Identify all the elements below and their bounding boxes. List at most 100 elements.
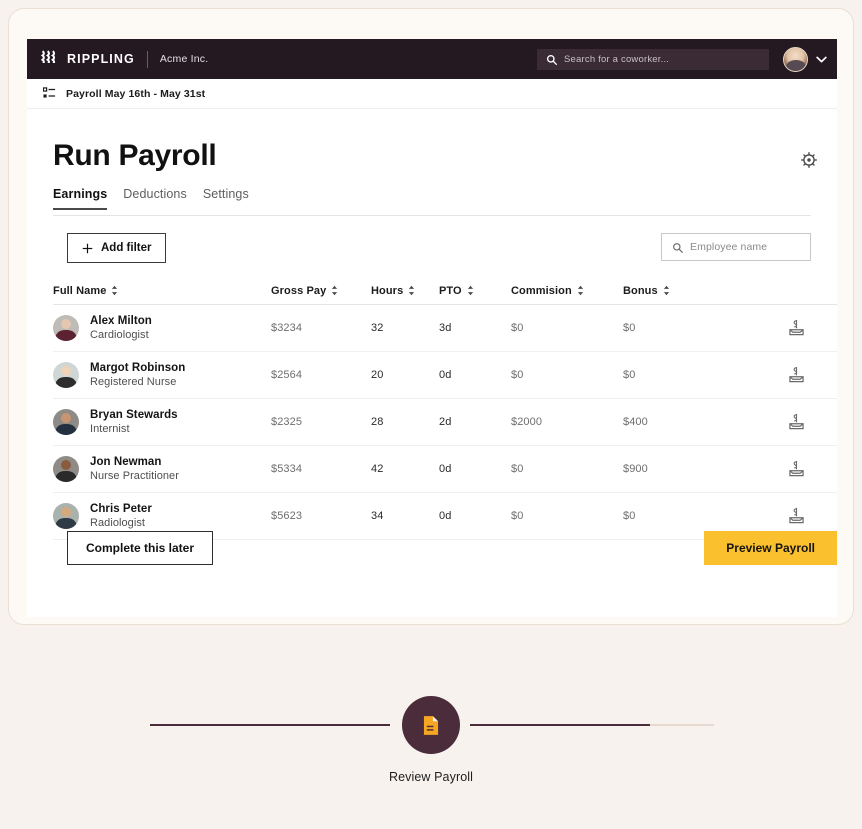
- cell-full-name: Chris Peter Radiologist: [53, 503, 271, 529]
- cell-pto: 0d: [439, 510, 452, 522]
- coworker-search-placeholder: Search for a coworker...: [564, 53, 670, 65]
- list-icon: [43, 87, 56, 100]
- breadcrumb-label: Payroll May 16th - May 31st: [66, 87, 206, 100]
- brand-block[interactable]: RIPPLING: [40, 50, 135, 68]
- cell-full-name: Jon Newman Nurse Practitioner: [53, 456, 271, 482]
- sort-icon: [467, 285, 474, 296]
- pay-dollar-tray-icon[interactable]: [789, 320, 804, 336]
- panel-footer: Complete this later Preview Payroll: [53, 531, 837, 577]
- cell-commission: $0: [511, 322, 524, 334]
- table-row[interactable]: Margot Robinson Registered Nurse $2564 2…: [53, 352, 837, 399]
- breadcrumb[interactable]: Payroll May 16th - May 31st: [27, 79, 837, 109]
- employee-search-input[interactable]: Employee name: [661, 233, 811, 261]
- gear-icon[interactable]: [799, 150, 819, 170]
- cell-full-name: Bryan Stewards Internist: [53, 409, 271, 435]
- brand-name: RIPPLING: [67, 52, 135, 66]
- cell-actions: [783, 461, 837, 477]
- cell-gross-pay: $2564: [271, 369, 303, 381]
- progress-stepper: Pay Period Review Payroll Review &Appro: [0, 648, 862, 823]
- cell-gross-pay: $2325: [271, 416, 303, 428]
- cell-hours: 32: [371, 322, 384, 334]
- avatar[interactable]: [783, 46, 808, 72]
- column-header-bonus[interactable]: Bonus: [623, 285, 783, 297]
- page-title: Run Payroll: [53, 139, 217, 172]
- plus-icon: [82, 243, 93, 254]
- column-header-full-name[interactable]: Full Name: [53, 285, 118, 297]
- cell-commission: $2000: [511, 416, 543, 428]
- cell-bonus: $400: [623, 416, 648, 428]
- cell-pto: 2d: [439, 416, 452, 428]
- navbar-divider: [146, 50, 148, 68]
- chevron-down-icon[interactable]: [816, 56, 827, 63]
- pay-dollar-tray-icon[interactable]: [789, 508, 804, 524]
- cell-actions: [783, 414, 837, 430]
- rippling-logo-icon: [40, 50, 58, 68]
- employee-name: Alex Milton: [90, 315, 152, 327]
- cell-full-name: Alex Milton Cardiologist: [53, 315, 271, 341]
- table-row[interactable]: Alex Milton Cardiologist $3234 32 3d $0 …: [53, 305, 837, 352]
- avatar: [53, 456, 79, 482]
- employee-name: Jon Newman: [90, 456, 162, 468]
- employee-role: Registered Nurse: [90, 376, 177, 388]
- column-header-commission[interactable]: Commision: [511, 285, 623, 297]
- cell-bonus: $0: [623, 369, 636, 381]
- pay-dollar-tray-icon[interactable]: [789, 367, 804, 383]
- cell-bonus: $0: [623, 322, 636, 334]
- cell-gross-pay: $5623: [271, 510, 303, 522]
- stepper-step-approve-payroll: Review &Approve Payroll: [639, 696, 862, 804]
- document-icon: [421, 715, 441, 736]
- top-navbar: RIPPLING Acme Inc. Search for a coworker…: [27, 39, 837, 79]
- cell-actions: [783, 508, 837, 524]
- pay-dollar-tray-icon[interactable]: [789, 414, 804, 430]
- table-row[interactable]: Jon Newman Nurse Practitioner $5334 42 0…: [53, 446, 837, 493]
- employee-name: Chris Peter: [90, 503, 152, 515]
- stepper-dot-review-payroll[interactable]: [402, 696, 460, 754]
- cell-hours: 34: [371, 510, 384, 522]
- coworker-search-input[interactable]: Search for a coworker...: [537, 48, 769, 70]
- column-header-gross-pay[interactable]: Gross Pay: [271, 285, 371, 297]
- column-label: Gross Pay: [271, 284, 327, 297]
- avatar: [53, 409, 79, 435]
- sort-icon: [577, 285, 584, 296]
- tab-deductions[interactable]: Deductions: [123, 187, 187, 209]
- run-payroll-panel: Run Payroll Earnings Deductions Settings…: [27, 109, 837, 617]
- search-icon: [546, 54, 557, 65]
- cell-commission: $0: [511, 463, 524, 475]
- tab-settings[interactable]: Settings: [203, 187, 249, 209]
- avatar: [53, 362, 79, 388]
- cell-full-name: Margot Robinson Registered Nurse: [53, 362, 271, 388]
- sort-icon: [663, 285, 670, 296]
- table-header-row: Full Name Gross Pay Hours PTO Commision …: [53, 277, 837, 305]
- stepper-label-review-payroll: Review Payroll: [388, 770, 474, 784]
- cell-actions: [783, 320, 837, 336]
- preview-payroll-button[interactable]: Preview Payroll: [704, 531, 837, 565]
- cell-actions: [783, 367, 837, 383]
- column-header-pto[interactable]: PTO: [439, 285, 511, 297]
- sort-icon: [111, 285, 118, 296]
- column-label: PTO: [439, 284, 462, 297]
- app-window-card: RIPPLING Acme Inc. Search for a coworker…: [8, 8, 854, 625]
- pay-dollar-tray-icon[interactable]: [789, 461, 804, 477]
- cell-bonus: $0: [623, 510, 636, 522]
- employee-name: Bryan Stewards: [90, 409, 178, 421]
- payroll-table: Full Name Gross Pay Hours PTO Commision …: [53, 277, 837, 540]
- cell-hours: 42: [371, 463, 384, 475]
- table-row[interactable]: Bryan Stewards Internist $2325 28 2d $20…: [53, 399, 837, 446]
- column-label: Full Name: [53, 284, 107, 297]
- cell-pto: 3d: [439, 322, 452, 334]
- column-header-hours[interactable]: Hours: [371, 285, 439, 297]
- avatar: [53, 503, 79, 529]
- cell-hours: 20: [371, 369, 384, 381]
- tab-earnings[interactable]: Earnings: [53, 187, 108, 210]
- employee-search-placeholder: Employee name: [690, 241, 768, 253]
- add-filter-label: Add filter: [101, 242, 152, 254]
- cell-hours: 28: [371, 416, 384, 428]
- column-label: Commision: [511, 284, 572, 297]
- cell-gross-pay: $5334: [271, 463, 303, 475]
- complete-later-button[interactable]: Complete this later: [67, 531, 214, 565]
- cell-pto: 0d: [439, 463, 452, 475]
- employee-role: Cardiologist: [90, 329, 149, 341]
- add-filter-button[interactable]: Add filter: [67, 233, 167, 263]
- cell-commission: $0: [511, 369, 524, 381]
- column-label: Bonus: [623, 284, 658, 297]
